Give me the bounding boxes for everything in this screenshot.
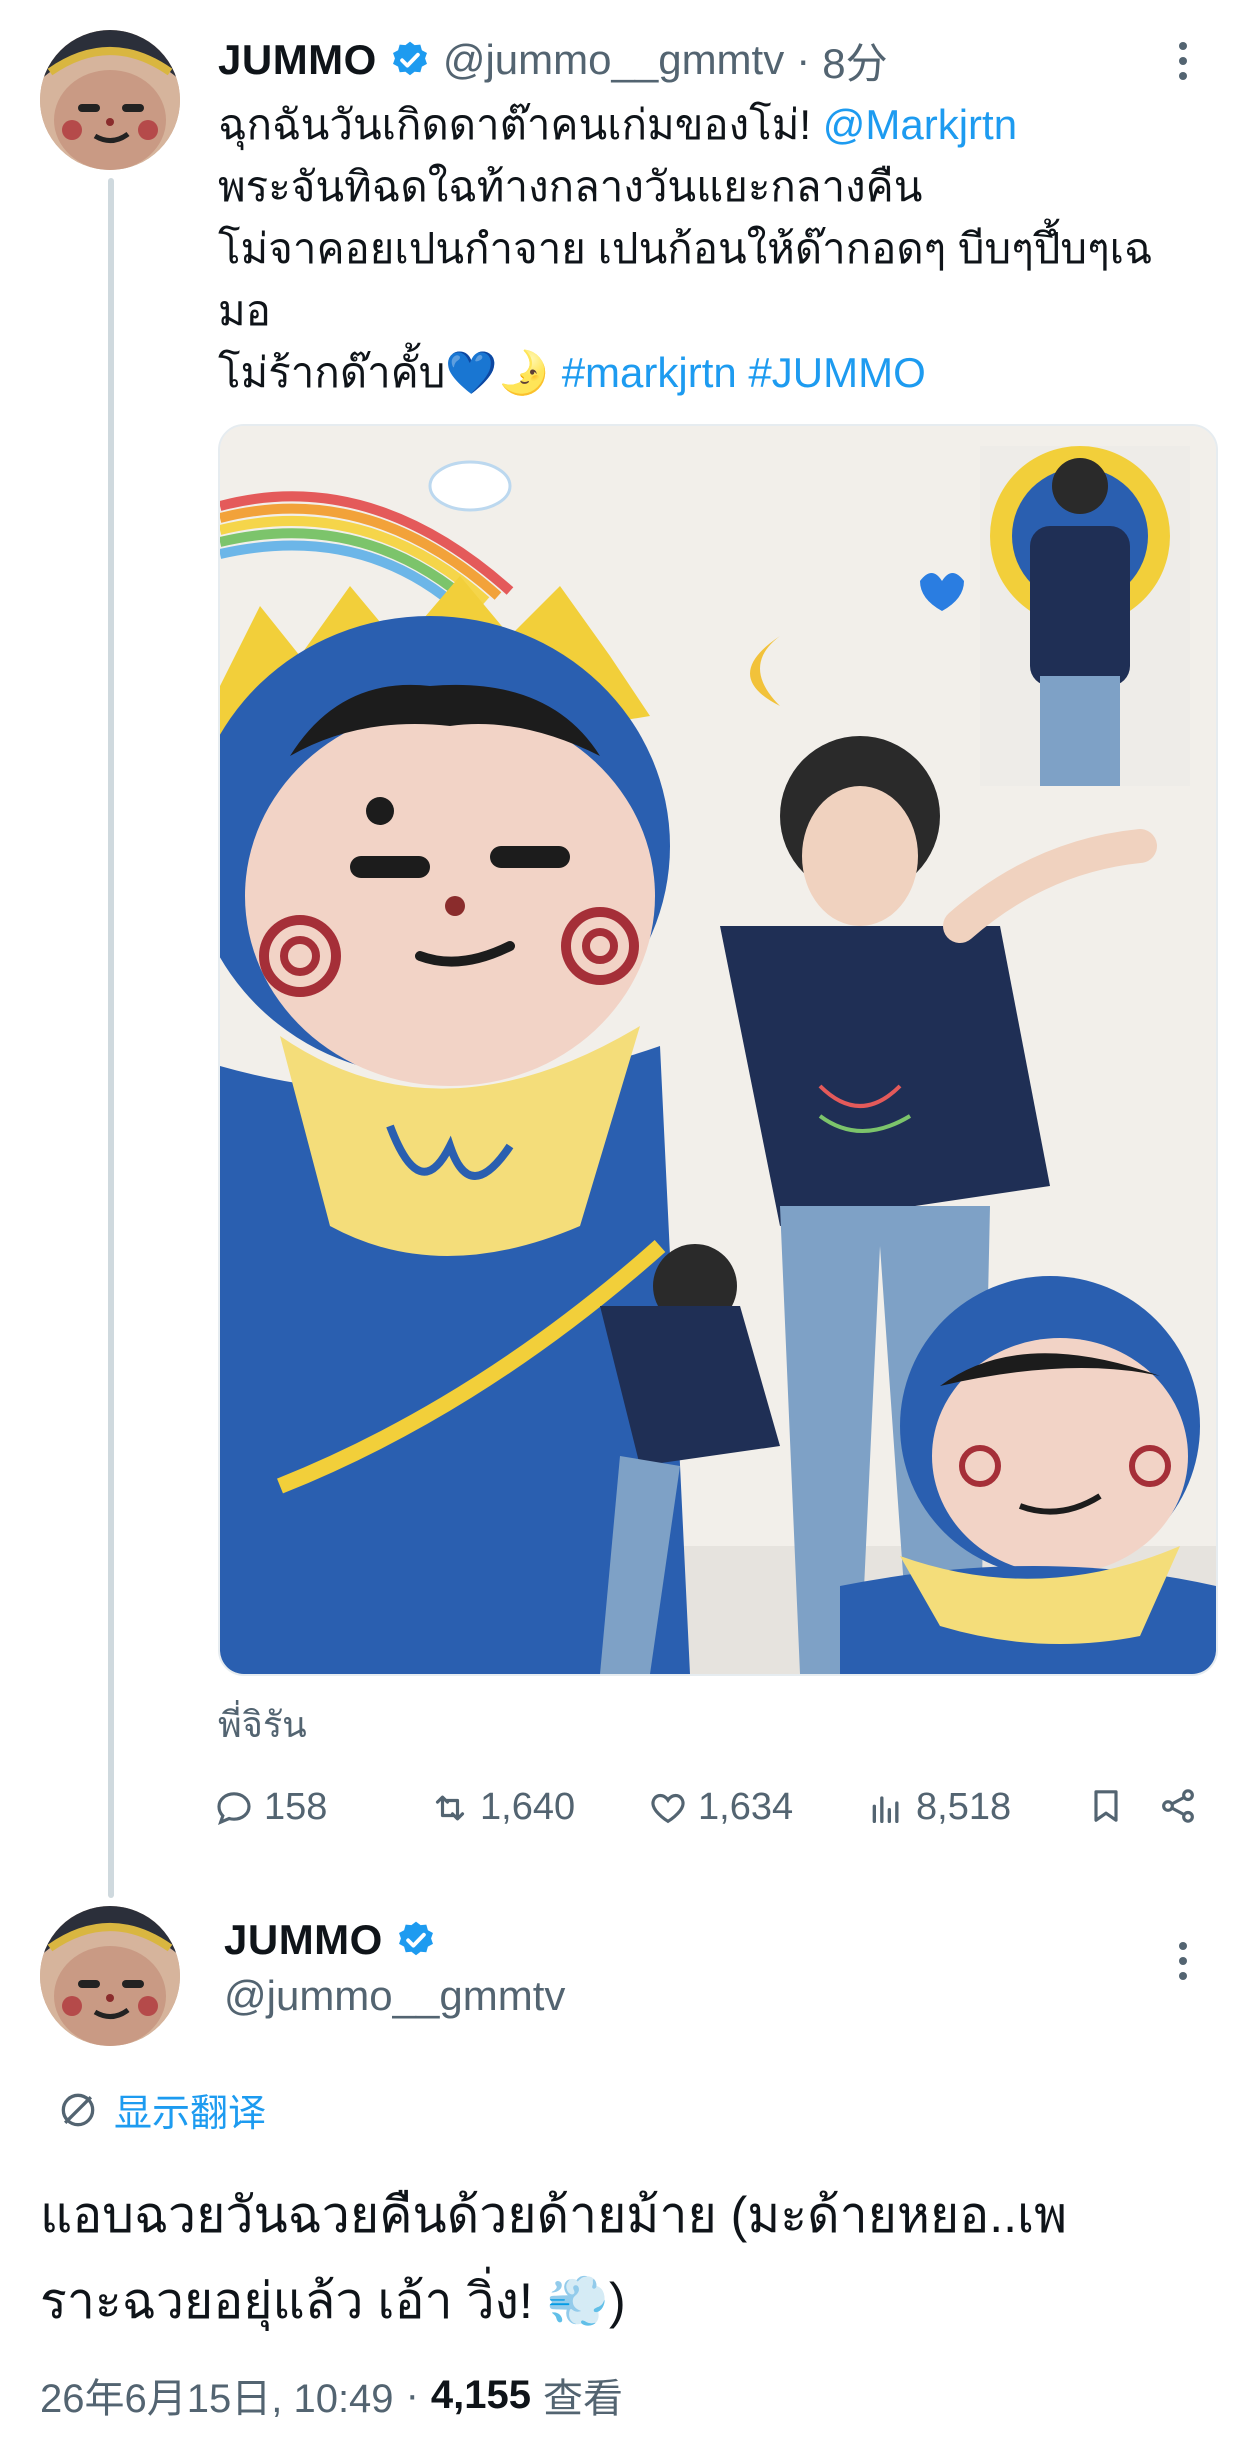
translate-button[interactable]: 显示翻译 — [56, 2082, 266, 2137]
tweet-header: JUMMO @jummo__gmmtv · 8分 — [218, 32, 888, 88]
like-icon — [651, 1793, 685, 1823]
avatar[interactable] — [40, 30, 180, 170]
avatar-image — [40, 1906, 180, 2046]
tweet-body: ฉุกฉันวันเกิดดาต๊าคนเก่มของโม่! @Markjrt… — [218, 94, 1218, 404]
reply-timestamp[interactable]: 26年6月15日, 10:49 — [40, 2366, 394, 2424]
reply-avatar[interactable] — [40, 1906, 180, 2046]
avatar-image — [40, 30, 180, 170]
handle[interactable]: @jummo__gmmtv — [443, 36, 784, 84]
photo-caption[interactable]: พี่จิรัน — [218, 1696, 307, 1753]
share-button[interactable] — [1158, 1786, 1198, 1826]
verified-icon — [392, 41, 427, 76]
hashtag-links[interactable]: #markjrtn #JUMMO — [562, 349, 926, 396]
translate-icon — [61, 2093, 95, 2126]
bookmark-button[interactable] — [1086, 1786, 1126, 1826]
tweet-line-1: ฉุกฉันวันเกิดดาต๊าคนเก่มของโม่! @Markjrt… — [218, 101, 1018, 148]
tweet-photo[interactable] — [218, 424, 1218, 1676]
thread-line — [108, 178, 114, 1898]
reply-line-1: แอบฉวยวันฉวยคืนด้วยด้ายม้าย (มะด้ายหยอ..… — [40, 2187, 1068, 2243]
tweet-line-5: โม่ร้ากด๊าคั้บ💙🌛 #markjrtn #JUMMO — [218, 349, 926, 396]
reply-name-row: JUMMO — [224, 1916, 437, 1964]
reply-views-label: 查看 — [543, 2377, 623, 2421]
reply-icon — [217, 1791, 251, 1825]
reply-count: 158 — [264, 1786, 328, 1828]
reply-meta: 26年6月15日, 10:49 · 4,155 查看 — [40, 2366, 623, 2424]
like-button[interactable]: 1,634 — [648, 1786, 793, 1829]
separator: · — [796, 36, 811, 83]
reply-views-count: 4,155 — [430, 2372, 531, 2417]
reply-button[interactable]: 158 — [214, 1786, 327, 1829]
like-count: 1,634 — [698, 1786, 794, 1828]
display-name[interactable]: JUMMO — [218, 36, 377, 84]
retweet-button[interactable]: 1,640 — [430, 1786, 575, 1829]
more-icon — [1179, 1942, 1187, 1980]
translate-label: 显示翻译 — [114, 2093, 267, 2135]
more-button[interactable] — [1168, 36, 1198, 86]
meta-separator: · — [405, 2372, 419, 2417]
reply-more-button[interactable] — [1168, 1936, 1198, 1986]
views-icon — [872, 1795, 899, 1823]
tweet-line-4: มอ — [218, 287, 271, 334]
timestamp[interactable]: 8分 — [822, 30, 887, 91]
photo-illustration — [220, 426, 1216, 1674]
reply-line-2: ราะฉวยอยุ่แล้ว เอ้า วิ่ง! 💨) — [40, 2273, 626, 2329]
bookmark-icon — [1094, 1790, 1118, 1822]
retweet-count: 1,640 — [480, 1786, 576, 1828]
tweet-line-2: พระจันทิฉดใฉท้างกลางวันแยะกลางคืน — [218, 163, 923, 210]
reply-display-name[interactable]: JUMMO — [224, 1916, 383, 1964]
share-icon — [1162, 1789, 1194, 1823]
reply-body: แอบฉวยวันฉวยคืนด้วยด้ายม้าย (มะด้ายหยอ..… — [40, 2172, 1220, 2344]
retweet-icon — [435, 1795, 465, 1820]
verified-icon — [398, 1921, 433, 1956]
views-count: 8,518 — [916, 1786, 1012, 1828]
mention-link[interactable]: @Markjrtn — [823, 101, 1017, 148]
more-icon — [1179, 42, 1187, 80]
reply-handle[interactable]: @jummo__gmmtv — [224, 1972, 565, 2020]
tweet-line-3: โม่จาคอยเปนกำจาย เปนก้อนให้ด๊ากอดๆ บีบๆป… — [218, 225, 1153, 272]
views-button[interactable]: 8,518 — [866, 1786, 1011, 1829]
